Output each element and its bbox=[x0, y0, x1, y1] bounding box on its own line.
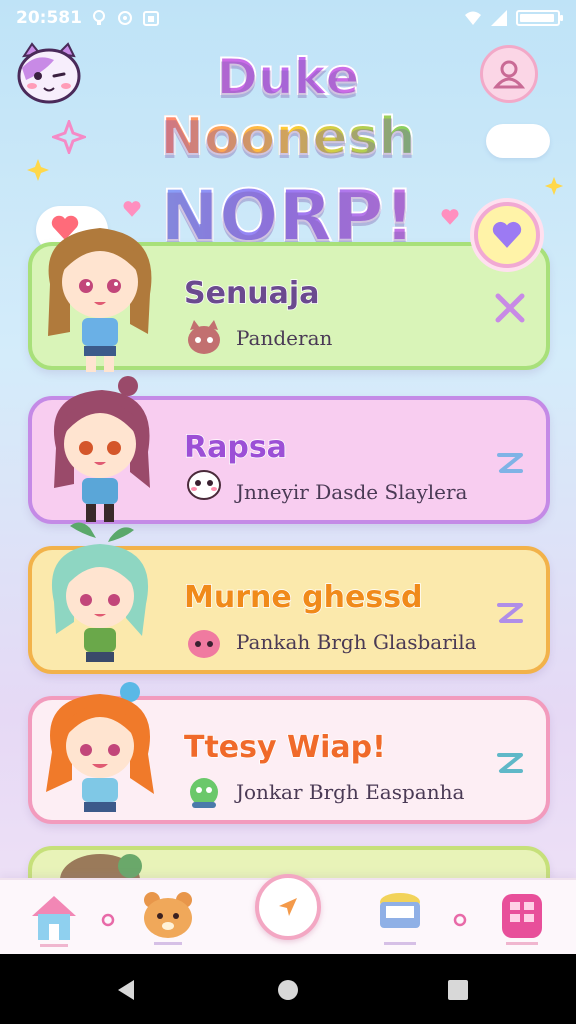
title-line-1: Duke bbox=[0, 47, 576, 107]
pet-icon bbox=[190, 778, 218, 808]
character-card[interactable]: Rapsa Jnneyir Dasde Slaylera bbox=[28, 376, 550, 524]
close-x-icon bbox=[495, 293, 525, 323]
wifi-icon bbox=[465, 11, 481, 25]
card-subtitle: Panderan bbox=[236, 326, 333, 350]
timer-icon[interactable] bbox=[450, 888, 470, 948]
character-card[interactable]: Ttesy Wiap! Jonkar Brgh Easpanha bbox=[28, 682, 550, 824]
calendar-icon bbox=[142, 11, 159, 26]
card-title: Murnе ghessd bbox=[183, 579, 423, 616]
status-time: 20:581 bbox=[16, 8, 82, 28]
system-nav-bar bbox=[0, 954, 576, 1024]
swap-icon bbox=[497, 453, 523, 473]
favorite-button[interactable] bbox=[474, 202, 540, 268]
swap-icon bbox=[497, 753, 523, 773]
swap-button[interactable] bbox=[490, 442, 530, 482]
character-portrait bbox=[48, 228, 152, 372]
pet-icon bbox=[188, 320, 220, 354]
status-bar: 20:581 bbox=[0, 0, 576, 36]
character-portrait bbox=[51, 522, 149, 662]
card-title: Senuaja bbox=[183, 275, 320, 312]
compass-arrow-icon bbox=[279, 898, 297, 916]
recents-icon[interactable] bbox=[446, 978, 470, 1002]
character-card[interactable]: Murnе ghessd Pankah Brgh Glasbarila bbox=[28, 522, 550, 674]
character-portrait bbox=[46, 682, 154, 812]
bottom-nav bbox=[0, 874, 576, 954]
inventory-icon[interactable] bbox=[372, 888, 428, 948]
timer-icon[interactable] bbox=[98, 888, 118, 948]
card-subtitle: Jonkar Brgh Easpanha bbox=[236, 780, 465, 804]
bear-icon[interactable] bbox=[140, 888, 196, 948]
heart-icon bbox=[492, 221, 522, 248]
character-portrait bbox=[53, 376, 150, 522]
shop-icon[interactable] bbox=[494, 888, 550, 948]
lightbulb-icon bbox=[92, 10, 105, 25]
swap-icon bbox=[497, 603, 523, 623]
battery-icon bbox=[516, 10, 563, 26]
swap-button[interactable] bbox=[490, 592, 530, 632]
back-icon[interactable] bbox=[114, 978, 138, 1002]
sync-icon bbox=[117, 11, 132, 25]
card-subtitle: Pankah Brgh Glasbarila bbox=[236, 630, 477, 654]
swap-button[interactable] bbox=[490, 742, 530, 782]
signal-icon bbox=[491, 10, 507, 26]
pet-icon bbox=[188, 630, 220, 658]
character-card[interactable]: Senuaja Panderan bbox=[28, 228, 550, 372]
home-circle-icon[interactable] bbox=[276, 978, 300, 1002]
home-icon[interactable] bbox=[26, 888, 82, 948]
remove-button[interactable] bbox=[490, 288, 530, 328]
navigate-button[interactable] bbox=[255, 874, 321, 940]
card-subtitle: Jnneyir Dasde Slaylera bbox=[236, 480, 468, 504]
pet-icon bbox=[187, 470, 221, 500]
card-title: Ttesy Wiap! bbox=[183, 729, 386, 766]
title-line-2: Noonesh bbox=[0, 106, 576, 168]
